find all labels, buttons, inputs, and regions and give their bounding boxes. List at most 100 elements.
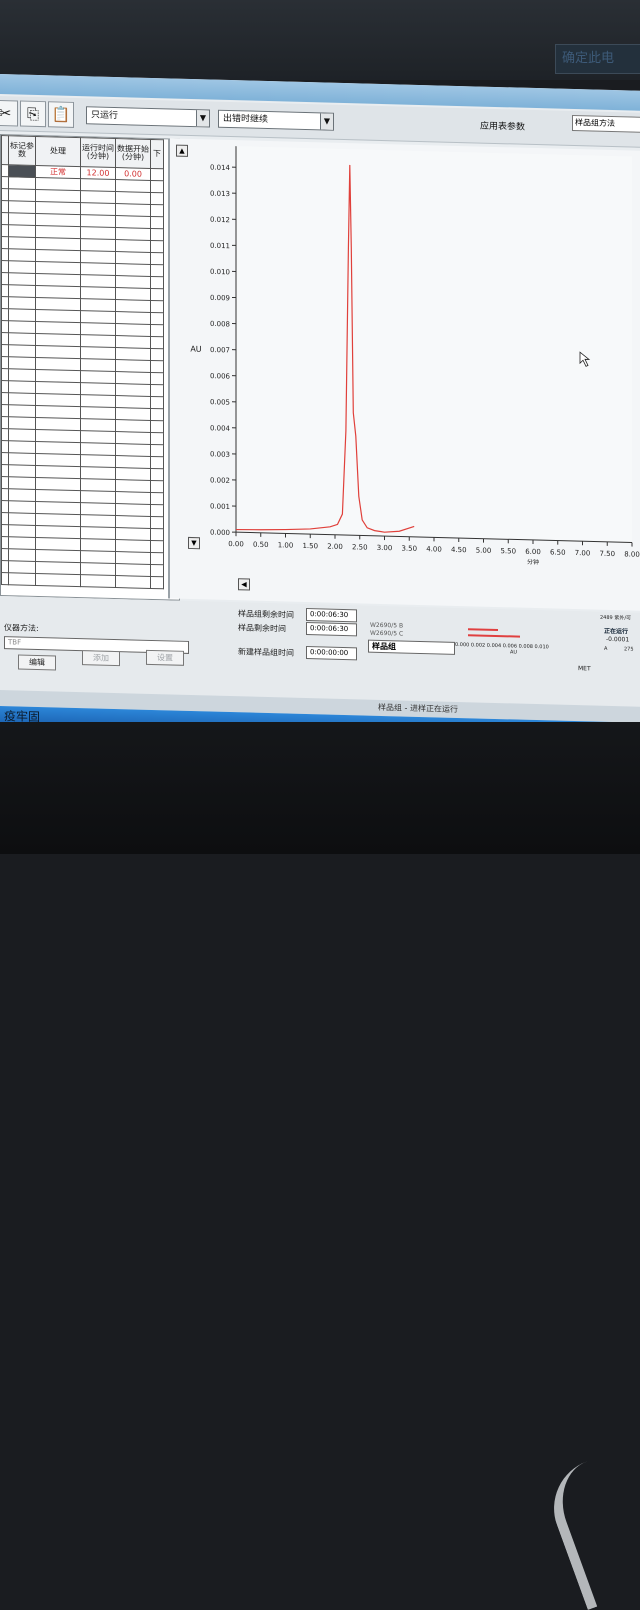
table-cell[interactable] bbox=[116, 480, 151, 493]
table-cell[interactable] bbox=[151, 540, 164, 552]
chevron-down-icon[interactable]: ▼ bbox=[320, 113, 333, 129]
chevron-down-icon[interactable]: ▼ bbox=[196, 110, 209, 126]
table-cell[interactable] bbox=[151, 288, 164, 300]
table-cell[interactable] bbox=[151, 552, 164, 564]
table-cell[interactable] bbox=[116, 504, 151, 517]
table-cell[interactable] bbox=[9, 213, 36, 226]
table-cell[interactable] bbox=[116, 324, 151, 337]
table-cell[interactable] bbox=[2, 309, 9, 321]
table-cell[interactable] bbox=[81, 203, 116, 216]
table-cell[interactable] bbox=[2, 225, 9, 237]
table-cell[interactable] bbox=[151, 504, 164, 516]
table-cell[interactable] bbox=[2, 297, 9, 309]
table-cell[interactable] bbox=[116, 540, 151, 553]
table-cell[interactable] bbox=[116, 228, 151, 241]
table-cell[interactable] bbox=[81, 419, 116, 432]
table-cell[interactable] bbox=[81, 227, 116, 240]
table-cell[interactable] bbox=[151, 336, 164, 348]
table-cell[interactable] bbox=[116, 372, 151, 385]
table-cell[interactable] bbox=[81, 467, 116, 480]
table-cell[interactable] bbox=[151, 492, 164, 504]
table-cell[interactable] bbox=[81, 287, 116, 300]
table-cell[interactable] bbox=[81, 431, 116, 444]
table-cell[interactable] bbox=[2, 261, 9, 273]
table-cell[interactable] bbox=[81, 455, 116, 468]
table-cell[interactable] bbox=[2, 249, 9, 261]
table-cell[interactable] bbox=[9, 549, 36, 562]
table-cell[interactable] bbox=[151, 468, 164, 480]
edit-button[interactable]: 编辑 bbox=[18, 654, 56, 670]
table-cell[interactable] bbox=[9, 177, 36, 190]
table-cell[interactable] bbox=[116, 204, 151, 217]
table-cell[interactable] bbox=[151, 576, 164, 588]
table-cell[interactable] bbox=[81, 479, 116, 492]
table-cell[interactable] bbox=[2, 537, 9, 549]
table-cell[interactable] bbox=[81, 491, 116, 504]
col-header-next[interactable]: 下 bbox=[151, 139, 164, 168]
table-cell[interactable] bbox=[9, 357, 36, 370]
table-cell[interactable] bbox=[2, 273, 9, 285]
table-cell[interactable] bbox=[116, 276, 151, 289]
table-cell[interactable] bbox=[2, 477, 9, 489]
table-cell[interactable] bbox=[116, 396, 151, 409]
table-cell[interactable] bbox=[9, 273, 36, 286]
table-cell[interactable] bbox=[9, 225, 36, 238]
table-cell[interactable] bbox=[9, 381, 36, 394]
table-cell[interactable] bbox=[9, 453, 36, 466]
table-cell[interactable] bbox=[2, 201, 9, 213]
table-cell[interactable] bbox=[9, 513, 36, 526]
table-cell[interactable] bbox=[116, 252, 151, 265]
table-cell[interactable] bbox=[116, 408, 151, 421]
table-cell[interactable] bbox=[2, 513, 9, 525]
table-cell[interactable] bbox=[81, 503, 116, 516]
table-cell[interactable] bbox=[2, 381, 9, 393]
table-cell[interactable] bbox=[81, 539, 116, 552]
table-cell[interactable] bbox=[81, 443, 116, 456]
flag-cell[interactable] bbox=[9, 165, 36, 178]
sample-group-select[interactable]: 样品组 bbox=[368, 640, 455, 655]
table-cell[interactable] bbox=[151, 204, 164, 216]
table-cell[interactable] bbox=[151, 240, 164, 252]
table-cell[interactable] bbox=[9, 561, 36, 574]
table-cell[interactable] bbox=[116, 348, 151, 361]
table-cell[interactable] bbox=[151, 384, 164, 396]
table-cell[interactable] bbox=[2, 525, 9, 537]
table-cell[interactable] bbox=[9, 261, 36, 274]
table-cell[interactable] bbox=[2, 393, 9, 405]
table-cell[interactable] bbox=[81, 383, 116, 396]
table-cell[interactable] bbox=[81, 527, 116, 540]
table-cell[interactable] bbox=[151, 264, 164, 276]
col-header-run-time[interactable]: 运行时间(分钟) bbox=[81, 138, 116, 168]
table-cell[interactable] bbox=[2, 345, 9, 357]
table-cell[interactable] bbox=[81, 515, 116, 528]
table-cell[interactable] bbox=[9, 393, 36, 406]
col-header-data-start[interactable]: 数据开始(分钟) bbox=[116, 139, 151, 169]
table-cell[interactable] bbox=[151, 516, 164, 528]
table-cell[interactable] bbox=[2, 237, 9, 249]
table-cell[interactable] bbox=[116, 336, 151, 349]
run-time-cell[interactable]: 12.00 bbox=[81, 167, 116, 180]
settings-button[interactable]: 设置 bbox=[146, 650, 184, 666]
table-cell[interactable] bbox=[9, 201, 36, 214]
table-cell[interactable] bbox=[116, 456, 151, 469]
table-cell[interactable] bbox=[2, 285, 9, 297]
table-cell[interactable] bbox=[2, 333, 9, 345]
table-cell[interactable] bbox=[9, 237, 36, 250]
table-cell[interactable] bbox=[2, 441, 9, 453]
table-cell[interactable] bbox=[116, 420, 151, 433]
table-cell[interactable] bbox=[2, 405, 9, 417]
table-cell[interactable] bbox=[116, 564, 151, 577]
table-cell[interactable] bbox=[116, 360, 151, 373]
table-cell[interactable] bbox=[9, 465, 36, 478]
table-cell[interactable] bbox=[81, 563, 116, 576]
table-cell[interactable] bbox=[81, 191, 116, 204]
method-field[interactable]: 样品组方法 bbox=[572, 115, 640, 133]
table-cell[interactable] bbox=[116, 240, 151, 253]
table-cell[interactable] bbox=[9, 477, 36, 490]
table-cell[interactable] bbox=[81, 395, 116, 408]
table-cell[interactable] bbox=[81, 263, 116, 276]
table-cell[interactable] bbox=[151, 480, 164, 492]
table-cell[interactable] bbox=[9, 333, 36, 346]
table-cell[interactable] bbox=[2, 489, 9, 501]
table-cell[interactable] bbox=[9, 285, 36, 298]
